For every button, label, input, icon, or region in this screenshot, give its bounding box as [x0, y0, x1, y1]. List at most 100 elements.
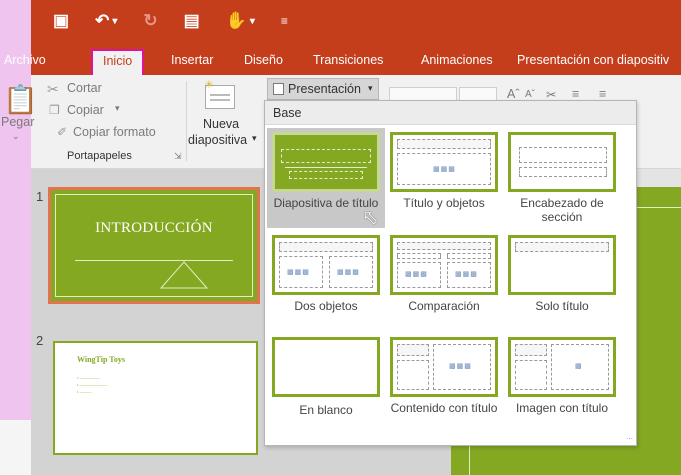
new-slide-icon[interactable]: ☀	[204, 79, 235, 109]
layout-label: Solo título	[535, 299, 589, 313]
placeholder	[289, 171, 363, 179]
title-bar: ▣ ↶ ▾ ↻ ▤ ✋ ▾ ≡	[31, 0, 681, 46]
layout-label: Título y objetos	[403, 196, 485, 210]
format-painter-button[interactable]: Copiar formato	[73, 125, 156, 139]
tab-archivo[interactable]: Archivo	[4, 53, 46, 67]
layout-label: En blanco	[299, 403, 353, 417]
layout-contenido-con-titulo[interactable]: ▩▩▩ Contenido con título	[385, 333, 503, 433]
slide-divider	[75, 260, 233, 261]
copy-icon: ❐	[49, 103, 60, 117]
content-icons: ▩▩▩	[455, 271, 478, 278]
placeholder	[397, 242, 491, 250]
content-icons: ▩▩▩	[287, 269, 310, 276]
resize-grip-icon[interactable]: ⋯	[626, 435, 633, 443]
gallery-header: Base	[265, 101, 636, 125]
placeholder	[397, 344, 429, 356]
layout-label: Comparación	[408, 299, 480, 313]
slide-frame	[55, 194, 253, 297]
slide-title: INTRODUCCIÓN	[95, 220, 213, 236]
paste-button[interactable]: Pegar	[1, 115, 34, 129]
tab-inicio[interactable]: Inicio	[91, 49, 145, 75]
redo-icon[interactable]: ↻	[143, 11, 157, 31]
slide-thumbnail-2[interactable]: WingTip Toys • ————— • ——————— • ———	[53, 341, 258, 455]
layout-label: Encabezado de sección	[520, 196, 604, 224]
group-separator	[186, 81, 187, 161]
new-slide-label-2[interactable]: diapositiva	[188, 133, 247, 147]
tab-transiciones[interactable]: Transiciones	[313, 53, 383, 67]
format-painter-icon: ✐	[57, 125, 68, 139]
ribbon-tabs: Archivo Inicio Insertar Diseño Transicio…	[4, 46, 681, 75]
gallery-section-title: Base	[273, 106, 302, 120]
new-slide-dropdown-icon[interactable]: ▾	[252, 133, 257, 144]
grow-font-icon[interactable]: Aˆ	[507, 87, 520, 101]
tab-diseno[interactable]: Diseño	[244, 53, 283, 67]
undo-icon[interactable]: ↶ ▾	[95, 11, 117, 31]
shrink-font-icon[interactable]: Aˇ	[525, 89, 535, 100]
picture-icon: ▩	[575, 363, 583, 370]
cut-button[interactable]: Cortar	[67, 81, 102, 95]
slide-title: WingTip Toys	[77, 355, 125, 364]
content-icons: ▩▩▩	[337, 269, 360, 276]
new-slide-label[interactable]: Nueva	[203, 117, 239, 131]
layout-thumbnail: ▩▩▩	[390, 337, 498, 397]
clipboard-launcher-icon[interactable]: ⇲	[174, 151, 182, 162]
layout-dropdown-icon: ▾	[368, 83, 373, 93]
scissors-icon: ✂	[47, 81, 59, 97]
content-icons: ▩▩▩	[433, 166, 456, 173]
customize-qat-icon[interactable]: ≡	[281, 14, 288, 28]
layout-gallery: Base Diapositiva de título ▩▩▩ Título y …	[264, 100, 637, 446]
layout-thumbnail: ▩▩▩	[390, 132, 498, 192]
layout-solo-titulo[interactable]: Solo título	[503, 231, 621, 321]
slide-bullet-line: • ———————	[77, 382, 108, 387]
mouse-cursor-icon: ⬁	[362, 207, 379, 229]
placeholder	[397, 360, 429, 390]
layout-dos-objetos[interactable]: ▩▩▩ ▩▩▩ Dos objetos	[267, 231, 385, 321]
clipboard-group-label: Portapapeles	[67, 150, 132, 162]
placeholder	[515, 360, 547, 390]
quick-access-toolbar: ▣ ↶ ▾ ↻ ▤ ✋ ▾ ≡	[31, 6, 314, 36]
layout-thumbnail	[508, 132, 616, 192]
content-icons: ▩▩▩	[405, 271, 428, 278]
numbering-icon[interactable]: ≡	[599, 87, 606, 101]
content-icons: ▩▩▩	[449, 363, 472, 370]
bullets-icon[interactable]: ≡	[572, 87, 579, 101]
placeholder	[515, 242, 609, 252]
placeholder	[397, 139, 491, 149]
slide-number: 2	[36, 333, 44, 348]
placeholder	[519, 167, 607, 177]
copy-dropdown-icon[interactable]: ▾	[115, 103, 120, 114]
slide-number: 1	[36, 189, 44, 204]
layout-label: Contenido con título	[390, 401, 498, 415]
paste-dropdown-icon[interactable]: ⌄	[12, 131, 20, 142]
copy-button[interactable]: Copiar	[67, 103, 104, 117]
slide-triangle-icon	[159, 261, 209, 289]
layout-thumbnail	[272, 337, 380, 397]
layout-titulo-y-objetos[interactable]: ▩▩▩ Título y objetos	[385, 128, 503, 228]
placeholder	[515, 344, 547, 356]
layout-icon	[273, 83, 284, 95]
tab-animaciones[interactable]: Animaciones	[421, 53, 493, 67]
layout-en-blanco[interactable]: En blanco	[267, 333, 385, 433]
layout-imagen-con-titulo[interactable]: ▩ Imagen con título	[503, 333, 621, 433]
touch-mode-icon[interactable]: ✋ ▾	[226, 11, 255, 31]
tab-insertar[interactable]: Insertar	[171, 53, 213, 67]
save-icon[interactable]: ▣	[53, 11, 69, 31]
slide-bullet-line: • —————	[77, 375, 100, 380]
layout-thumbnail: ▩	[508, 337, 616, 397]
layout-button[interactable]: Presentación ▾	[267, 78, 379, 100]
layout-button-label: Presentación	[288, 82, 361, 96]
layout-label: Imagen con título	[515, 401, 609, 415]
start-from-beginning-icon[interactable]: ▤	[184, 11, 200, 31]
layout-encabezado-de-seccion[interactable]: Encabezado de sección	[503, 128, 621, 228]
tab-presentacion[interactable]: Presentación con diapositiv	[517, 53, 669, 67]
status-area	[0, 420, 31, 475]
placeholder	[281, 149, 371, 163]
layout-label: Dos objetos	[294, 299, 358, 313]
paste-icon[interactable]: 📋	[3, 83, 38, 116]
layout-thumbnail: ▩▩▩ ▩▩▩	[390, 235, 498, 295]
layout-thumbnail: ▩▩▩ ▩▩▩	[272, 235, 380, 295]
layout-comparacion[interactable]: ▩▩▩ ▩▩▩ Comparación	[385, 231, 503, 321]
layout-thumbnail	[508, 235, 616, 295]
placeholder	[397, 253, 441, 259]
slide-thumbnail-1[interactable]: INTRODUCCIÓN	[48, 187, 260, 304]
